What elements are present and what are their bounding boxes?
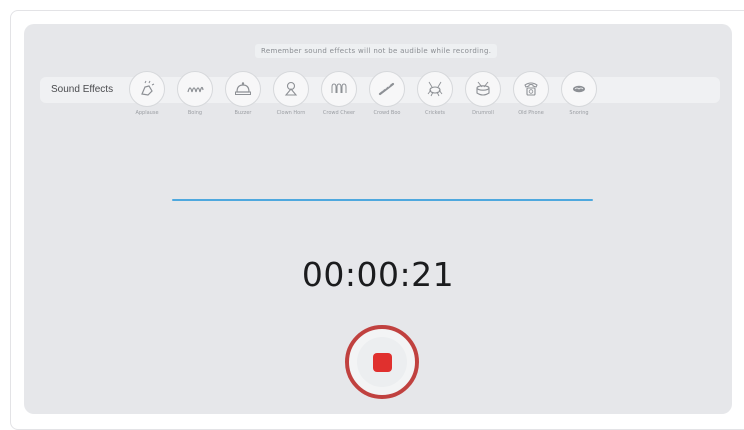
- sound-effect-crowd-boo[interactable]: Crowd Boo: [365, 71, 409, 131]
- recording-timer: 00:00:21: [301, 255, 455, 294]
- sound-effect-label: Applause: [135, 110, 159, 116]
- buzzer-icon: [225, 71, 261, 107]
- sound-effect-crowd-cheer[interactable]: Crowd Cheer: [317, 71, 361, 131]
- crowd-boo-icon: [369, 71, 405, 107]
- sound-effect-label: Buzzer: [234, 110, 252, 116]
- recording-notice: Remember sound effects will not be audib…: [255, 44, 498, 58]
- sound-effect-snoring[interactable]: Snoring: [557, 71, 601, 131]
- sound-effect-label: Crickets: [424, 110, 446, 116]
- sound-effect-label: Snoring: [569, 110, 589, 116]
- clown-horn-icon: [273, 71, 309, 107]
- record-button-inner: [357, 337, 407, 387]
- crowd-cheer-icon: [321, 71, 357, 107]
- stop-recording-button[interactable]: [345, 325, 419, 399]
- sound-effect-boing[interactable]: Boing: [173, 71, 217, 131]
- sound-effect-applause[interactable]: Applause: [125, 71, 169, 131]
- crickets-icon: [417, 71, 453, 107]
- sound-effect-label: Crowd Cheer: [322, 110, 356, 116]
- applause-icon: [129, 71, 165, 107]
- sound-effect-buzzer[interactable]: Buzzer: [221, 71, 265, 131]
- sound-effect-label: Boing: [187, 110, 203, 116]
- boing-icon: [177, 71, 213, 107]
- old-phone-icon: [513, 71, 549, 107]
- stop-icon: [372, 352, 392, 372]
- sound-effect-label: Old Phone: [518, 110, 544, 116]
- sound-effect-label: Crowd Boo: [373, 110, 401, 116]
- audio-waveform-line: [172, 199, 593, 201]
- sound-effects-label: Sound Effects: [51, 84, 114, 95]
- snoring-icon: [561, 71, 597, 107]
- drumroll-icon: [465, 71, 501, 107]
- sound-effect-crickets[interactable]: Crickets: [413, 71, 457, 131]
- sound-effect-label: Clown Horn: [276, 110, 306, 116]
- sound-effect-label: Drumroll: [472, 110, 494, 116]
- sound-effect-old-phone[interactable]: Old Phone: [509, 71, 553, 131]
- sound-effect-clown-horn[interactable]: Clown Horn: [269, 71, 313, 131]
- sound-effect-drumroll[interactable]: Drumroll: [461, 71, 505, 131]
